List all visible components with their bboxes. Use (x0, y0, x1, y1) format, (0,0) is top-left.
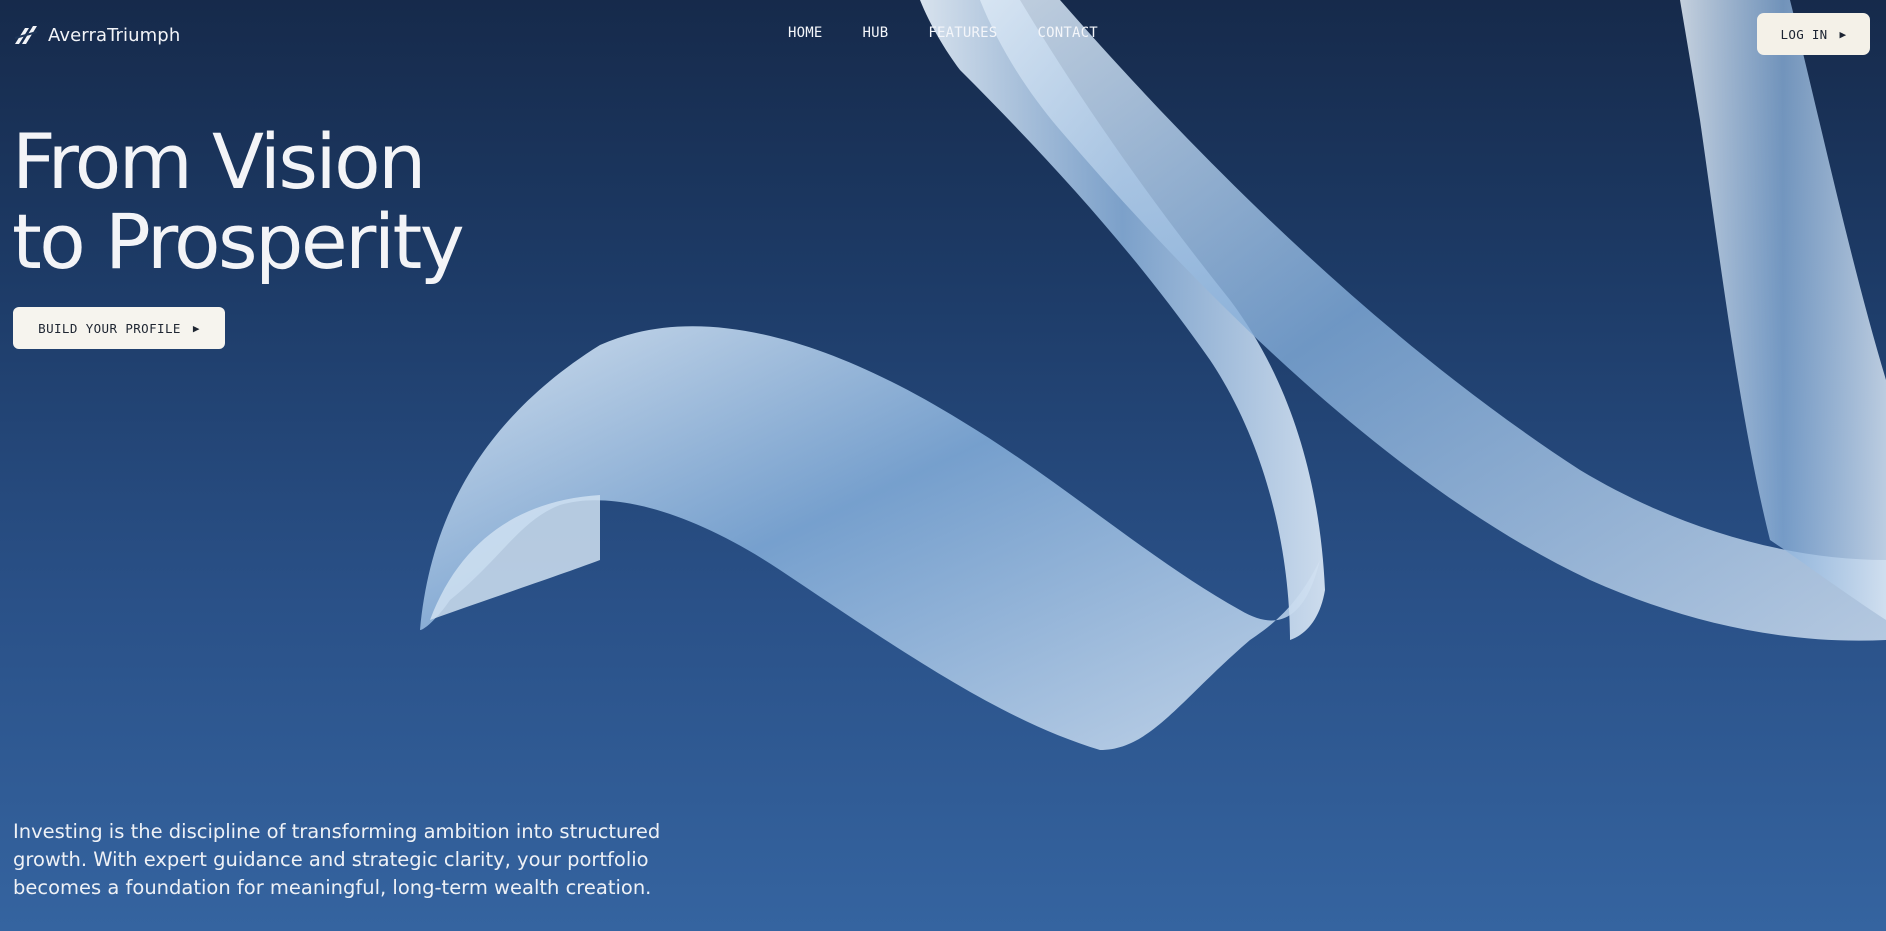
nav-link-contact[interactable]: CONTACT (1037, 24, 1097, 42)
main-nav: HOME HUB FEATURES CONTACT (788, 24, 1138, 42)
hero-title: From Vision to Prosperity (12, 117, 465, 286)
nav-link-hub[interactable]: HUB (863, 24, 889, 42)
nav-link-home[interactable]: HOME (788, 24, 823, 42)
site-header: AverraTriumph HOME HUB FEATURES CONTACT … (0, 0, 1886, 70)
intro-paragraph: Investing is the discipline of transform… (13, 820, 661, 899)
hero-title-line-1: From Vision (12, 117, 426, 206)
build-profile-label: BUILD YOUR PROFILE (38, 320, 181, 336)
play-arrow-icon: ▶ (1839, 27, 1847, 41)
slash-stripes-logo-icon (14, 26, 38, 44)
build-profile-button[interactable]: BUILD YOUR PROFILE ▶ (13, 307, 225, 349)
brand-name: AverraTriumph (48, 24, 181, 46)
nav-link-features[interactable]: FEATURES (928, 24, 997, 42)
play-arrow-icon: ▶ (192, 321, 200, 335)
hero-title-line-2: to Prosperity (12, 197, 465, 286)
login-button-label: LOG IN (1780, 26, 1828, 42)
login-button[interactable]: LOG IN ▶ (1757, 13, 1870, 55)
brand-logo[interactable]: AverraTriumph (13, 22, 180, 48)
